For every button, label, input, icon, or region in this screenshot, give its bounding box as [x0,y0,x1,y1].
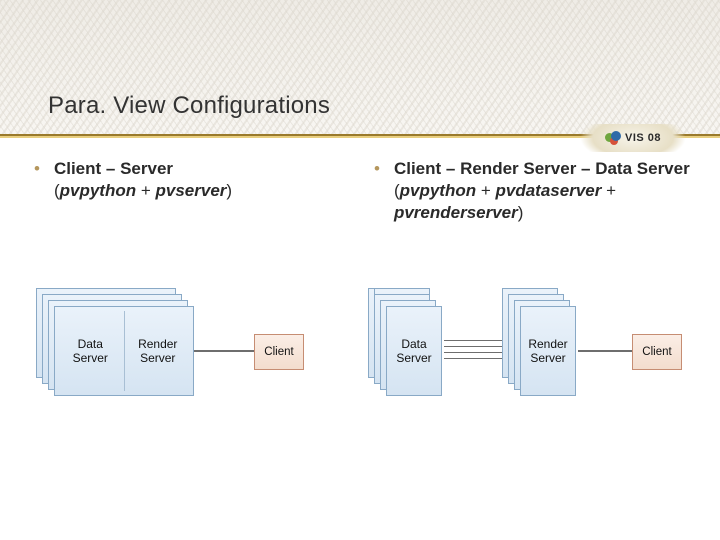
paren-close: ) [518,203,524,222]
right-heading: Client – Render Server – Data Server [394,159,690,178]
right-column: • Client – Render Server – Data Server (… [380,158,690,226]
left-cmd-b: pvserver [156,181,227,200]
left-bullet: • Client – Server (pvpython + pvserver) [40,158,350,202]
plus: + [601,181,616,200]
left-render-server-card: Render Server [125,311,192,391]
left-data-server-card: Data Server [57,311,125,391]
left-diagram: Data Server Render Server Client [28,288,328,428]
right-wire-3 [444,352,502,353]
right-render-server-card: Render Server [520,306,576,396]
paren-close: ) [226,181,232,200]
plus: + [476,181,495,200]
logo-badge: VIS 08 [574,124,692,152]
left-column: • Client – Server (pvpython + pvserver) [40,158,350,226]
right-cmd-c: pvrenderserver [394,203,518,222]
right-wire-client [578,350,632,352]
right-wire-4 [444,358,502,359]
right-client-box: Client [632,334,682,370]
right-data-server-card: Data Server [386,306,442,396]
left-cmd-a: pvpython [60,181,137,200]
bullet-icon: • [374,158,380,180]
slide-title: Para. View Configurations [48,92,330,120]
logo-text: VIS 08 [625,132,661,144]
left-client-box: Client [254,334,304,370]
right-wire-1 [444,340,502,341]
plus: + [136,181,155,200]
right-cmd-a: pvpython [400,181,477,200]
bullet-icon: • [34,158,40,180]
right-bullet: • Client – Render Server – Data Server (… [380,158,690,224]
left-heading: Client – Server [54,159,173,178]
right-wire-2 [444,346,502,347]
right-diagram: Data Server Render Server Client [364,288,704,428]
right-cmd-b: pvdataserver [496,181,602,200]
left-wire [194,350,254,352]
logo-mark-icon [605,130,621,146]
